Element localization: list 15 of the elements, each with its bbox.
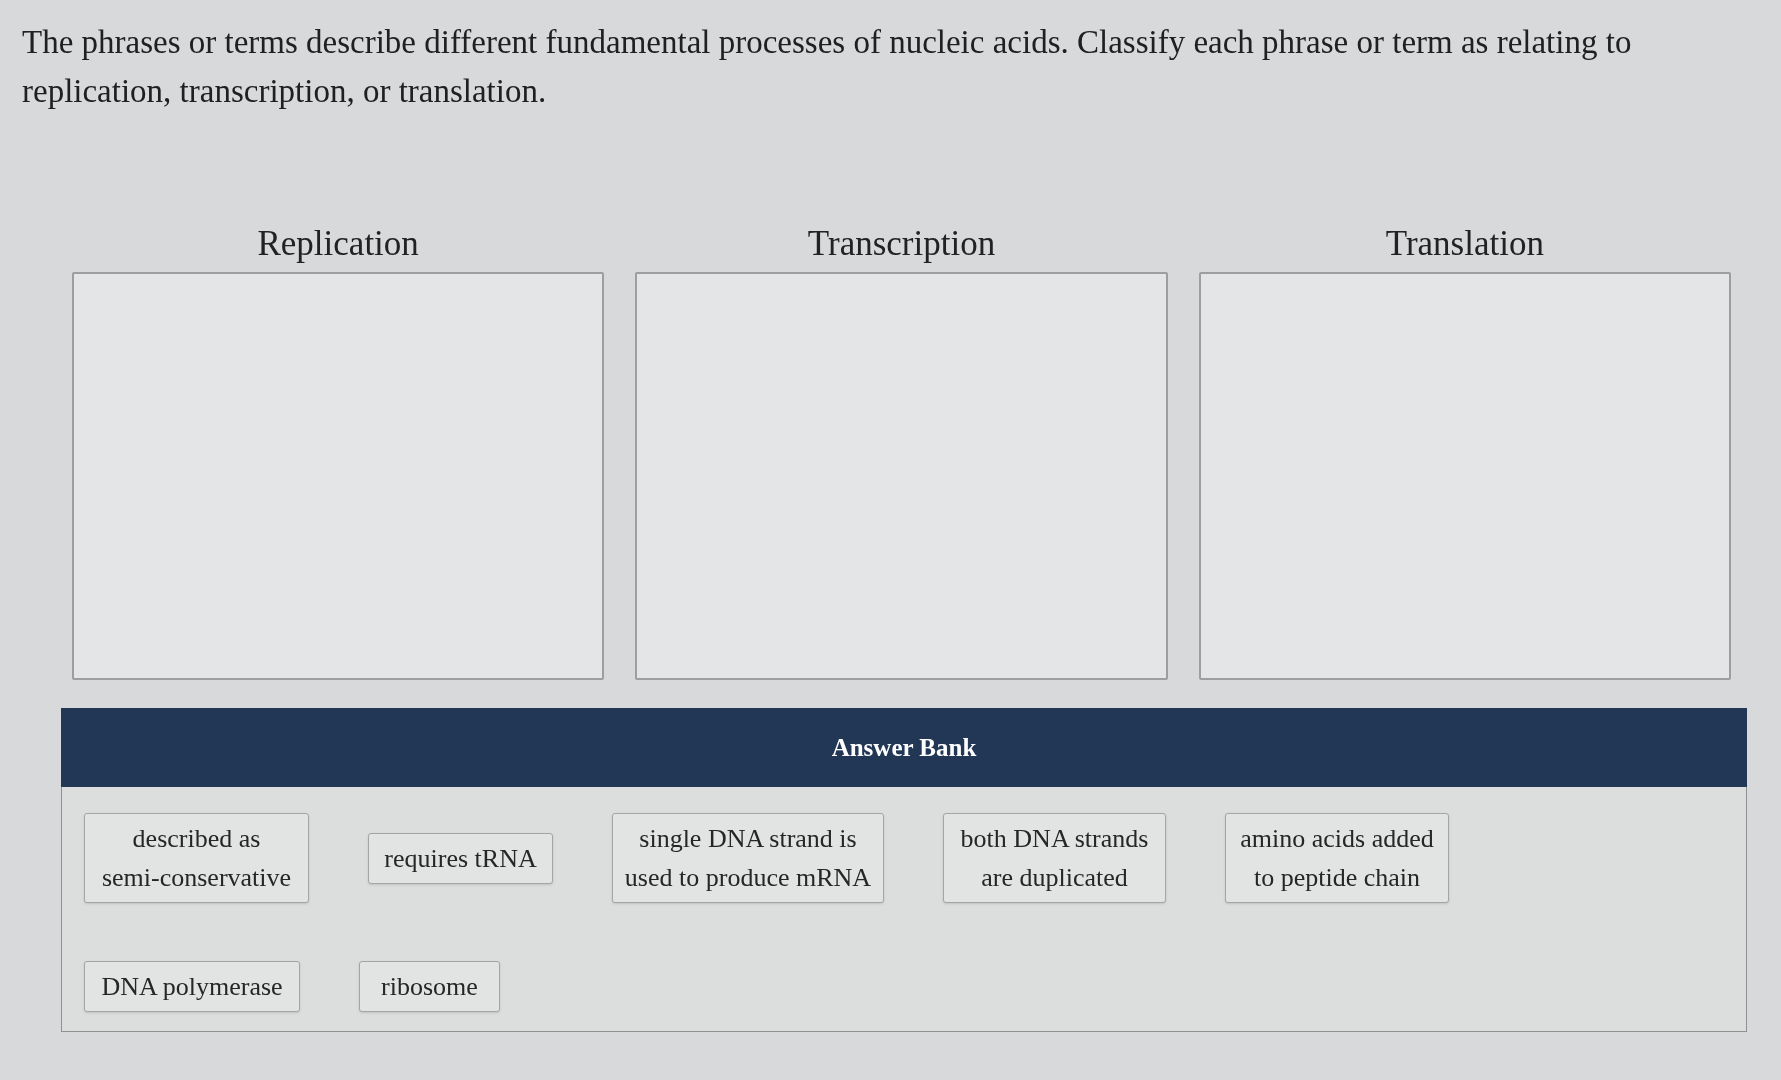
drop-zone[interactable]: [72, 272, 605, 680]
draggable-answer[interactable]: described as semi-conservative: [84, 813, 309, 903]
drop-zone[interactable]: [1198, 272, 1731, 680]
draggable-answer[interactable]: amino acids added to peptide chain: [1225, 813, 1449, 903]
answer-bank-header: Answer Bank: [61, 708, 1747, 787]
category-heading: Translation: [1385, 223, 1544, 265]
category-heading: Transcription: [807, 223, 996, 265]
draggable-answer[interactable]: both DNA strands are duplicated: [943, 813, 1166, 903]
instructions-text: The phrases or terms describe different fundamental processes of nucleic acids. Classify each phrase or term as relating to replication, transcription, or translation.: [22, 23, 1633, 111]
draggable-answer[interactable]: requires tRNA: [368, 832, 553, 884]
draggable-answer[interactable]: DNA polymerase: [84, 961, 300, 1012]
draggable-answer[interactable]: ribosome: [359, 961, 500, 1012]
drop-zone[interactable]: [635, 272, 1168, 680]
category-heading: Replication: [257, 223, 419, 265]
draggable-answer[interactable]: single DNA strand is used to produce mRNA: [612, 813, 884, 903]
